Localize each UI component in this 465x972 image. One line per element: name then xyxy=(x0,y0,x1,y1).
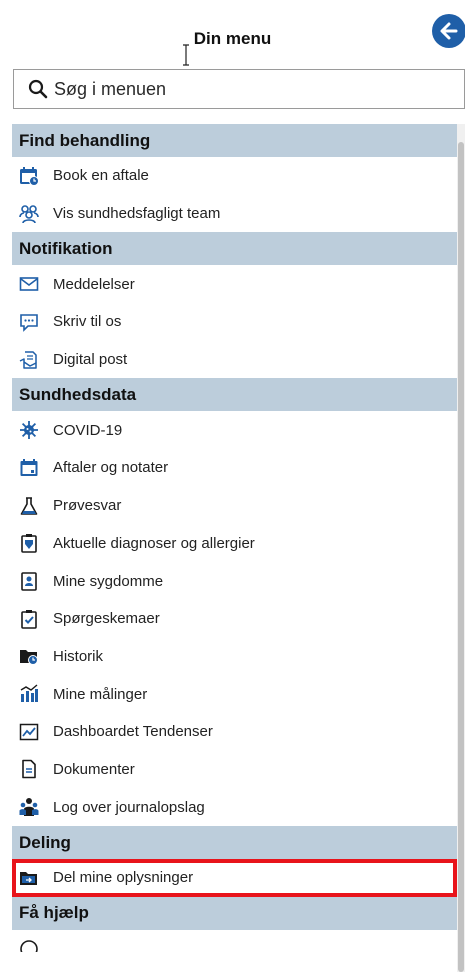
menu-item-label: Mine målinger xyxy=(53,685,148,703)
menu-item-label: Book en aftale xyxy=(53,167,149,185)
page-title: Din menu xyxy=(193,29,272,48)
folder-clock-icon xyxy=(19,646,39,666)
scrollbar[interactable] xyxy=(457,124,465,972)
menu-item-historik[interactable]: Historik xyxy=(12,638,457,676)
search-input[interactable] xyxy=(54,78,434,100)
back-button[interactable] xyxy=(432,14,465,48)
chat-icon xyxy=(19,312,39,332)
menu-item-mine-sygdomme[interactable]: Mine sygdomme xyxy=(12,562,457,600)
menu-item-label: Meddelelser xyxy=(53,275,135,293)
envelope-icon xyxy=(19,274,39,294)
document-icon xyxy=(19,759,39,779)
menu-item-label: Skriv til os xyxy=(53,313,122,331)
menu-header: Din menu xyxy=(0,0,465,68)
menu-item-aftaler-og-notater[interactable]: Aftaler og notater xyxy=(12,449,457,487)
section-header-deling: Deling xyxy=(12,826,457,859)
trend-chart-icon xyxy=(19,722,39,742)
menu-item-meddelelser[interactable]: Meddelelser xyxy=(12,265,457,303)
menu-item-dashboardet-tendenser[interactable]: Dashboardet Tendenser xyxy=(12,713,457,751)
section-header-find-behandling: Find behandling xyxy=(12,124,457,157)
search-icon xyxy=(28,79,48,99)
menu-item-book-en-aftale[interactable]: Book en aftale xyxy=(12,157,457,195)
team-icon xyxy=(19,204,39,224)
menu-item-del-mine-oplysninger[interactable]: Del mine oplysninger xyxy=(12,859,457,897)
menu-item-label: Spørgeskemaer xyxy=(53,610,160,628)
menu-item-label: Log over journalopslag xyxy=(53,798,205,816)
menu-item-aktuelle-diagnoser[interactable]: Aktuelle diagnoser og allergier xyxy=(12,525,457,563)
person-card-icon xyxy=(19,571,39,591)
menu-item-digital-post[interactable]: Digital post xyxy=(12,341,457,379)
section-header-fa-hjaelp: Få hjælp xyxy=(12,896,457,930)
measurements-icon xyxy=(19,684,39,704)
digital-post-icon xyxy=(19,350,39,370)
arrow-left-icon xyxy=(440,22,458,40)
scrollbar-thumb[interactable] xyxy=(458,142,464,972)
section-header-sundhedsdata: Sundhedsdata xyxy=(12,378,457,412)
search-box[interactable] xyxy=(13,69,465,109)
menu-item-sporgeskemaer[interactable]: Spørgeskemaer xyxy=(12,600,457,638)
menu-item-provesvar[interactable]: Prøvesvar xyxy=(12,487,457,525)
menu-item-label: Del mine oplysninger xyxy=(53,869,194,887)
menu-item-label: Mine sygdomme xyxy=(53,572,164,590)
menu-item-label: Aktuelle diagnoser og allergier xyxy=(53,534,255,552)
menu-item-log-over-journalopslag[interactable]: Log over journalopslag xyxy=(12,788,457,826)
calendar-icon xyxy=(19,458,39,478)
help-circle-icon xyxy=(20,939,38,952)
menu-item-vis-sundhedsfagligt-team[interactable]: Vis sundhedsfagligt team xyxy=(12,195,457,233)
people-log-icon xyxy=(19,797,39,817)
menu-item-label: Digital post xyxy=(53,351,128,369)
menu-item-covid-19[interactable]: COVID-19 xyxy=(12,411,457,449)
clipboard-icon xyxy=(19,533,39,554)
text-cursor-icon xyxy=(183,44,189,66)
menu-item-label: Dashboardet Tendenser xyxy=(53,723,213,741)
menu-item-label: Aftaler og notater xyxy=(53,459,169,477)
menu-item-mine-malinger[interactable]: Mine målinger xyxy=(12,675,457,713)
menu-item-label: Prøvesvar xyxy=(53,497,122,515)
flask-icon xyxy=(19,496,39,516)
menu-item-label: COVID-19 xyxy=(53,421,123,439)
menu-list: Find behandling Book en aftale Vis sundh… xyxy=(12,124,457,952)
virus-icon xyxy=(19,420,39,440)
menu-item-skriv-til-os[interactable]: Skriv til os xyxy=(12,303,457,341)
checklist-icon xyxy=(19,609,39,629)
menu-item-label: Historik xyxy=(53,647,104,665)
menu-item-cut-off xyxy=(12,930,457,952)
menu-item-label: Vis sundhedsfagligt team xyxy=(53,205,221,223)
section-header-notifikation: Notifikation xyxy=(12,232,457,266)
calendar-clock-icon xyxy=(19,166,39,186)
menu-item-label: Dokumenter xyxy=(53,760,135,778)
menu-item-dokumenter[interactable]: Dokumenter xyxy=(12,751,457,789)
folder-share-icon xyxy=(19,868,39,888)
